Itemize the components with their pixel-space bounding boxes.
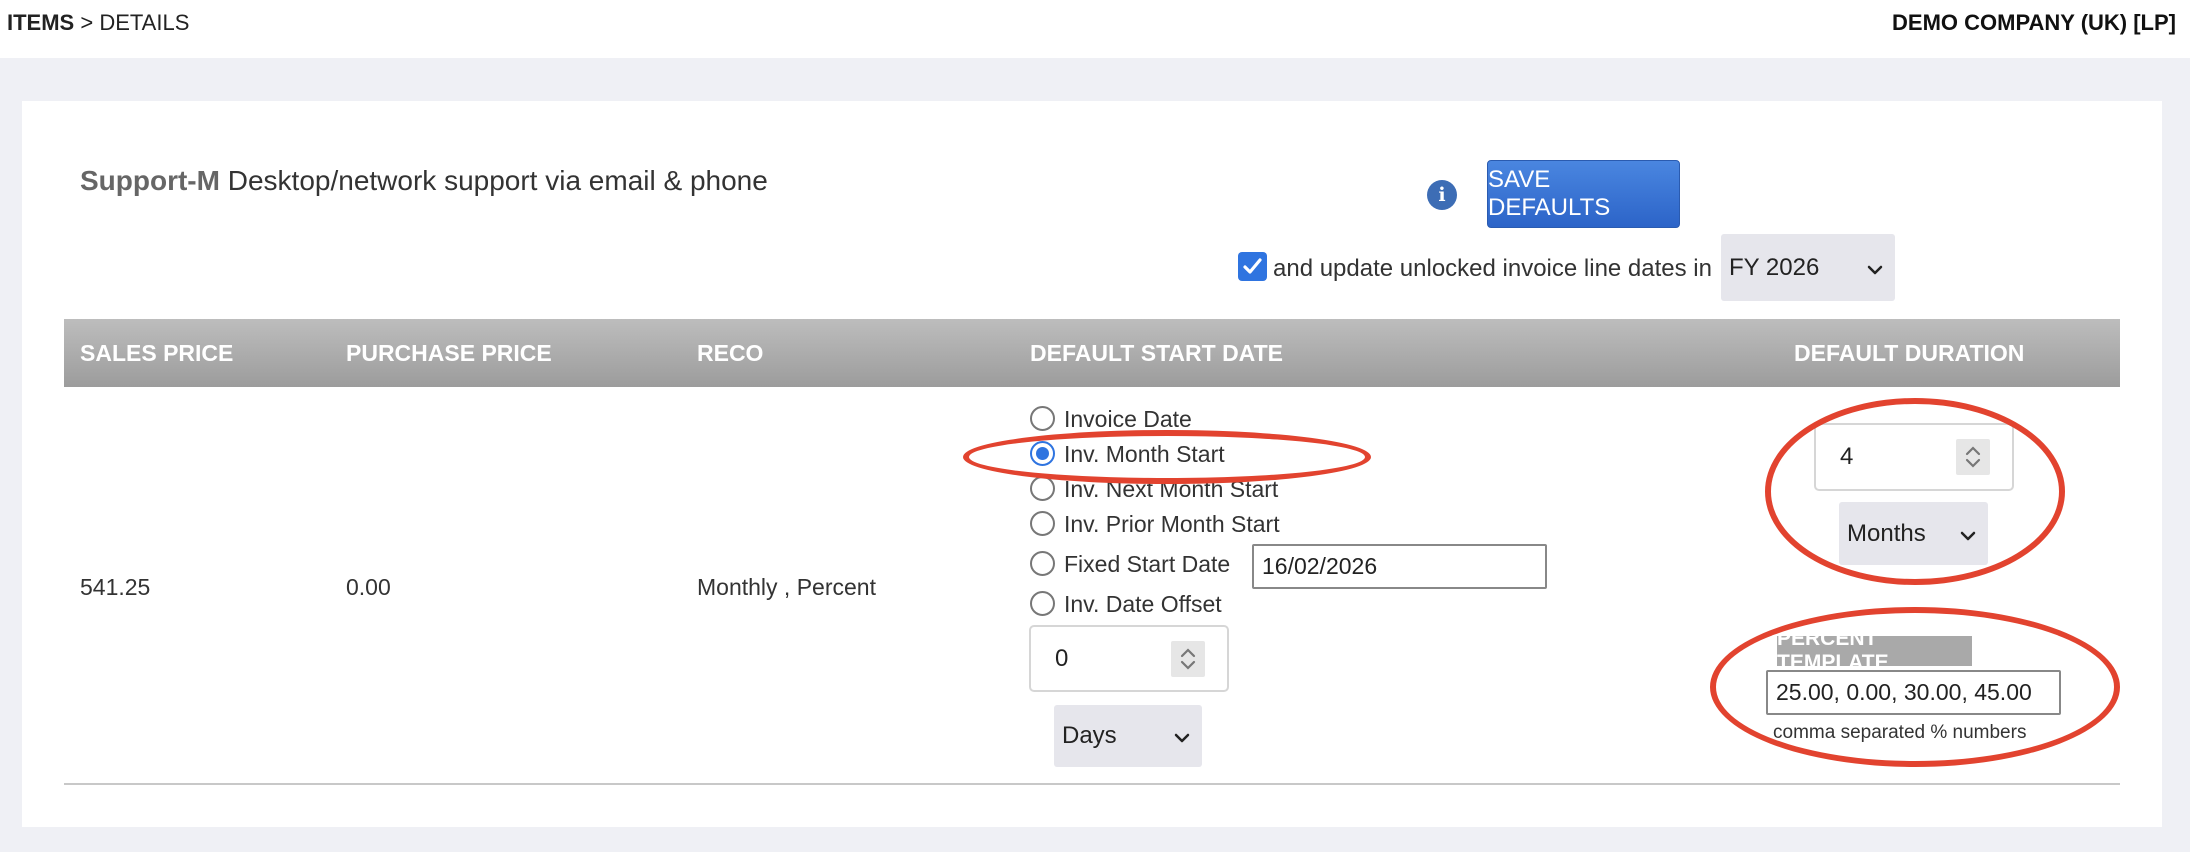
sales-price-value: 541.25 <box>80 574 151 600</box>
header-default-start-date: DEFAULT START DATE <box>1030 340 1283 366</box>
percent-template-label: PERCENT TEMPLATE <box>1777 627 1972 674</box>
radio-label: Invoice Date <box>1064 406 1192 432</box>
radio-button[interactable] <box>1030 406 1055 431</box>
radio-button[interactable] <box>1030 511 1055 536</box>
spinner-arrows-icon[interactable] <box>1956 439 1990 475</box>
breadcrumb: ITEMS > DETAILS <box>7 10 189 36</box>
update-lines-label: and update unlocked invoice line dates i… <box>1273 255 1712 282</box>
company-name[interactable]: DEMO COMPANY (UK) [LP] <box>1892 10 2176 36</box>
percent-template-hint: comma separated % numbers <box>1773 722 2027 743</box>
radio-label: Inv. Next Month Start <box>1064 476 1279 502</box>
purchase-price-value: 0.00 <box>346 574 391 600</box>
date-offset-stepper[interactable]: 0 <box>1029 625 1229 692</box>
date-offset-unit-value: Days <box>1062 722 1117 749</box>
table-divider <box>64 783 2120 785</box>
item-description: Desktop/network support via email & phon… <box>227 165 768 196</box>
header-sales-price: SALES PRICE <box>80 340 234 366</box>
radio-label: Inv. Prior Month Start <box>1064 511 1280 537</box>
percent-template-input[interactable]: 25.00, 0.00, 30.00, 45.00 <box>1766 670 2061 715</box>
reco-value: Monthly , Percent <box>697 574 876 600</box>
header-default-duration: DEFAULT DURATION <box>1794 340 2025 366</box>
header-reco: RECO <box>697 340 764 366</box>
radio-button[interactable] <box>1030 476 1055 501</box>
item-title: Support-M Desktop/network support via em… <box>80 165 768 197</box>
chevron-down-icon <box>1174 722 1190 750</box>
item-code: Support-M <box>80 165 220 196</box>
fiscal-year-select[interactable]: FY 2026 <box>1721 234 1895 301</box>
chevron-down-icon <box>1960 520 1976 548</box>
radio-label: Fixed Start Date <box>1064 551 1231 577</box>
duration-unit-value: Months <box>1847 519 1926 547</box>
duration-value: 4 <box>1840 443 1854 470</box>
top-bar: ITEMS > DETAILS DEMO COMPANY (UK) [LP] <box>0 0 2190 58</box>
spinner-arrows-icon[interactable] <box>1171 640 1205 677</box>
breadcrumb-items-link[interactable]: ITEMS <box>7 10 74 35</box>
duration-stepper[interactable]: 4 <box>1814 423 2014 491</box>
breadcrumb-current: DETAILS <box>99 10 190 35</box>
fiscal-year-value: FY 2026 <box>1729 253 1820 281</box>
radio-label: Inv. Month Start <box>1064 441 1225 467</box>
update-lines-checkbox[interactable] <box>1238 252 1267 281</box>
fixed-start-date-input[interactable]: 16/02/2026 <box>1252 544 1547 589</box>
table-header: SALES PRICE PURCHASE PRICE RECO DEFAULT … <box>64 319 2120 387</box>
checkmark-icon <box>1243 258 1262 274</box>
breadcrumb-separator: > <box>74 10 100 35</box>
radio-button-selected[interactable] <box>1030 441 1055 466</box>
save-defaults-button[interactable]: SAVE DEFAULTS <box>1487 160 1680 228</box>
duration-unit-select[interactable]: Months <box>1839 502 1988 565</box>
date-offset-value: 0 <box>1055 644 1069 672</box>
radio-button[interactable] <box>1030 591 1055 616</box>
date-offset-unit-select[interactable]: Days <box>1054 705 1202 767</box>
info-icon[interactable]: i <box>1427 180 1457 210</box>
radio-button[interactable] <box>1030 551 1055 576</box>
radio-label: Inv. Date Offset <box>1064 591 1222 617</box>
chevron-down-icon <box>1867 254 1883 282</box>
header-purchase-price: PURCHASE PRICE <box>346 340 552 366</box>
